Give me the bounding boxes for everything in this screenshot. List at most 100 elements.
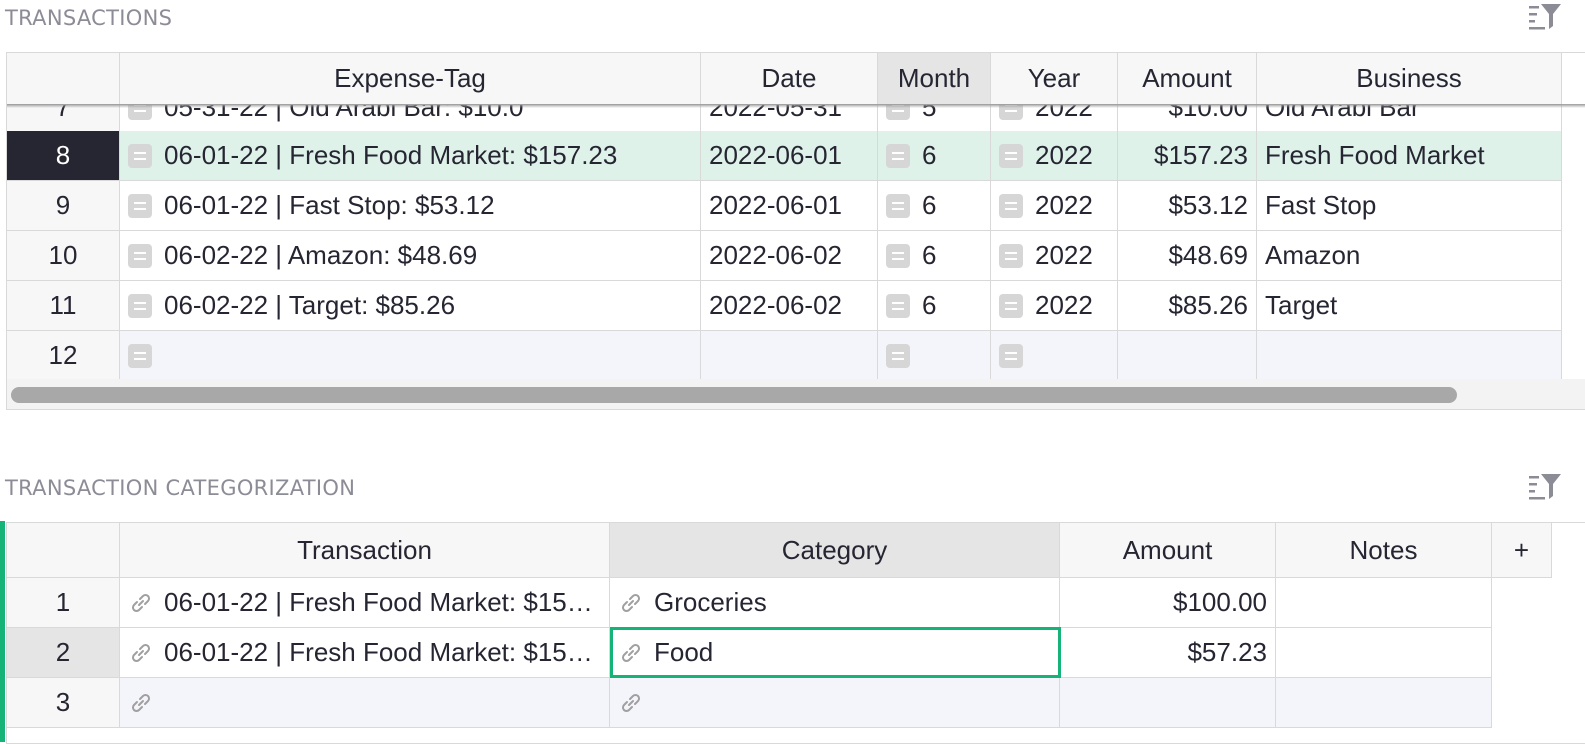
expense-tag-cell[interactable]: 06-02-22 | Amazon: $48.69: [120, 231, 701, 281]
month-cell[interactable]: [878, 331, 991, 381]
formula-chip-icon: [128, 193, 152, 218]
date-cell[interactable]: [701, 331, 878, 381]
row-number[interactable]: 11: [7, 281, 120, 331]
notes-cell[interactable]: [1276, 578, 1492, 628]
column-header-business[interactable]: Business: [1257, 53, 1562, 105]
year-cell[interactable]: [991, 331, 1118, 381]
category-cell[interactable]: Food: [610, 628, 1060, 678]
category-cell[interactable]: Groceries: [610, 578, 1060, 628]
link-icon: [131, 593, 151, 612]
row-number[interactable]: 2: [7, 628, 120, 678]
sort-filter-icon[interactable]: [1528, 472, 1562, 502]
row-number[interactable]: 10: [7, 231, 120, 281]
amount-cell[interactable]: $100.00: [1060, 578, 1276, 628]
categorization-section-title: TRANSACTION CATEGORIZATION: [5, 476, 356, 500]
business-cell[interactable]: Amazon: [1257, 231, 1562, 281]
formula-chip-icon: [999, 343, 1023, 368]
column-header-row: Transaction Category Amount Notes +: [7, 523, 1585, 578]
formula-chip-icon: [128, 243, 152, 268]
column-header-amount[interactable]: Amount: [1060, 523, 1276, 578]
table-row[interactable]: 9 06-01-22 | Fast Stop: $53.12 2022-06-0…: [7, 181, 1585, 231]
business-cell[interactable]: Fast Stop: [1257, 181, 1562, 231]
amount-cell[interactable]: $157.23: [1118, 131, 1257, 181]
sort-filter-icon[interactable]: [1528, 2, 1562, 32]
formula-chip-icon: [128, 143, 152, 168]
formula-chip-icon: [999, 193, 1023, 218]
add-new-row[interactable]: 12: [7, 331, 1585, 381]
business-cell[interactable]: Target: [1257, 281, 1562, 331]
business-cell[interactable]: [1257, 331, 1562, 381]
notes-cell[interactable]: [1276, 678, 1492, 728]
table-row[interactable]: 11 06-02-22 | Target: $85.26 2022-06-02 …: [7, 281, 1585, 331]
expense-tag-cell[interactable]: 06-02-22 | Target: $85.26: [120, 281, 701, 331]
table-row[interactable]: 1 06-01-22 | Fresh Food Market: $157.23 …: [7, 578, 1585, 628]
scrollbar-thumb[interactable]: [11, 387, 1457, 403]
year-cell[interactable]: 2022: [991, 131, 1118, 181]
table-row[interactable]: 10 06-02-22 | Amazon: $48.69 2022-06-02 …: [7, 231, 1585, 281]
column-header-transaction[interactable]: Transaction: [120, 523, 610, 578]
column-header-month[interactable]: Month: [878, 53, 991, 105]
transaction-cell[interactable]: 06-01-22 | Fresh Food Market: $157.23: [120, 578, 610, 628]
column-header-notes[interactable]: Notes: [1276, 523, 1492, 578]
amount-cell[interactable]: $48.69: [1118, 231, 1257, 281]
date-cell[interactable]: 2022-06-01: [701, 181, 878, 231]
category-cell[interactable]: [610, 678, 1060, 728]
column-header-date[interactable]: Date: [701, 53, 878, 105]
corner-cell[interactable]: [7, 523, 120, 578]
business-cell[interactable]: Fresh Food Market: [1257, 131, 1562, 181]
transactions-grid: 7 05-31-22 | Old Arabi Bar: $10.0 2022-0…: [6, 52, 1585, 410]
horizontal-scrollbar[interactable]: [7, 379, 1585, 409]
formula-chip-icon: [886, 143, 910, 168]
row-number[interactable]: 12: [7, 331, 120, 381]
column-header-amount[interactable]: Amount: [1118, 53, 1257, 105]
active-section-indicator: [0, 521, 5, 742]
date-cell[interactable]: 2022-06-01: [701, 131, 878, 181]
month-cell[interactable]: 6: [878, 181, 991, 231]
notes-cell[interactable]: [1276, 628, 1492, 678]
formula-chip-icon: [886, 193, 910, 218]
month-cell[interactable]: 6: [878, 131, 991, 181]
date-cell[interactable]: 2022-06-02: [701, 231, 878, 281]
row-number[interactable]: 8: [7, 131, 120, 181]
add-new-row[interactable]: 3: [7, 678, 1585, 728]
link-icon: [131, 693, 151, 712]
formula-chip-icon: [999, 293, 1023, 318]
formula-chip-icon: [128, 343, 152, 368]
column-header-row: Expense-Tag Date Month Year Amount Busin…: [7, 53, 1585, 105]
amount-cell[interactable]: [1060, 678, 1276, 728]
amount-cell[interactable]: $57.23: [1060, 628, 1276, 678]
month-cell[interactable]: 6: [878, 231, 991, 281]
categorization-grid: Transaction Category Amount Notes + 1 06…: [6, 522, 1585, 744]
formula-chip-icon: [999, 243, 1023, 268]
formula-chip-icon: [886, 243, 910, 268]
column-header-expense-tag[interactable]: Expense-Tag: [120, 53, 701, 105]
year-cell[interactable]: 2022: [991, 181, 1118, 231]
row-number[interactable]: 3: [7, 678, 120, 728]
header-shadow: [7, 104, 1585, 108]
year-cell[interactable]: 2022: [991, 231, 1118, 281]
expense-tag-cell[interactable]: 06-01-22 | Fresh Food Market: $157.23: [120, 131, 701, 181]
column-header-year[interactable]: Year: [991, 53, 1118, 105]
link-icon: [621, 643, 641, 662]
transaction-cell[interactable]: 06-01-22 | Fresh Food Market: $157.23: [120, 628, 610, 678]
amount-cell[interactable]: [1118, 331, 1257, 381]
amount-cell[interactable]: $85.26: [1118, 281, 1257, 331]
month-cell[interactable]: 6: [878, 281, 991, 331]
row-number[interactable]: 9: [7, 181, 120, 231]
add-column-button[interactable]: +: [1492, 523, 1552, 578]
formula-chip-icon: [999, 143, 1023, 168]
table-row[interactable]: 8 06-01-22 | Fresh Food Market: $157.23 …: [7, 131, 1585, 181]
year-cell[interactable]: 2022: [991, 281, 1118, 331]
table-row[interactable]: 2 06-01-22 | Fresh Food Market: $157.23 …: [7, 628, 1585, 678]
formula-chip-icon: [886, 343, 910, 368]
date-cell[interactable]: 2022-06-02: [701, 281, 878, 331]
expense-tag-cell[interactable]: 06-01-22 | Fast Stop: $53.12: [120, 181, 701, 231]
formula-chip-icon: [128, 293, 152, 318]
column-header-category[interactable]: Category: [610, 523, 1060, 578]
transaction-cell[interactable]: [120, 678, 610, 728]
row-number[interactable]: 1: [7, 578, 120, 628]
amount-cell[interactable]: $53.12: [1118, 181, 1257, 231]
expense-tag-cell[interactable]: [120, 331, 701, 381]
link-icon: [621, 693, 641, 712]
corner-cell[interactable]: [7, 53, 120, 105]
